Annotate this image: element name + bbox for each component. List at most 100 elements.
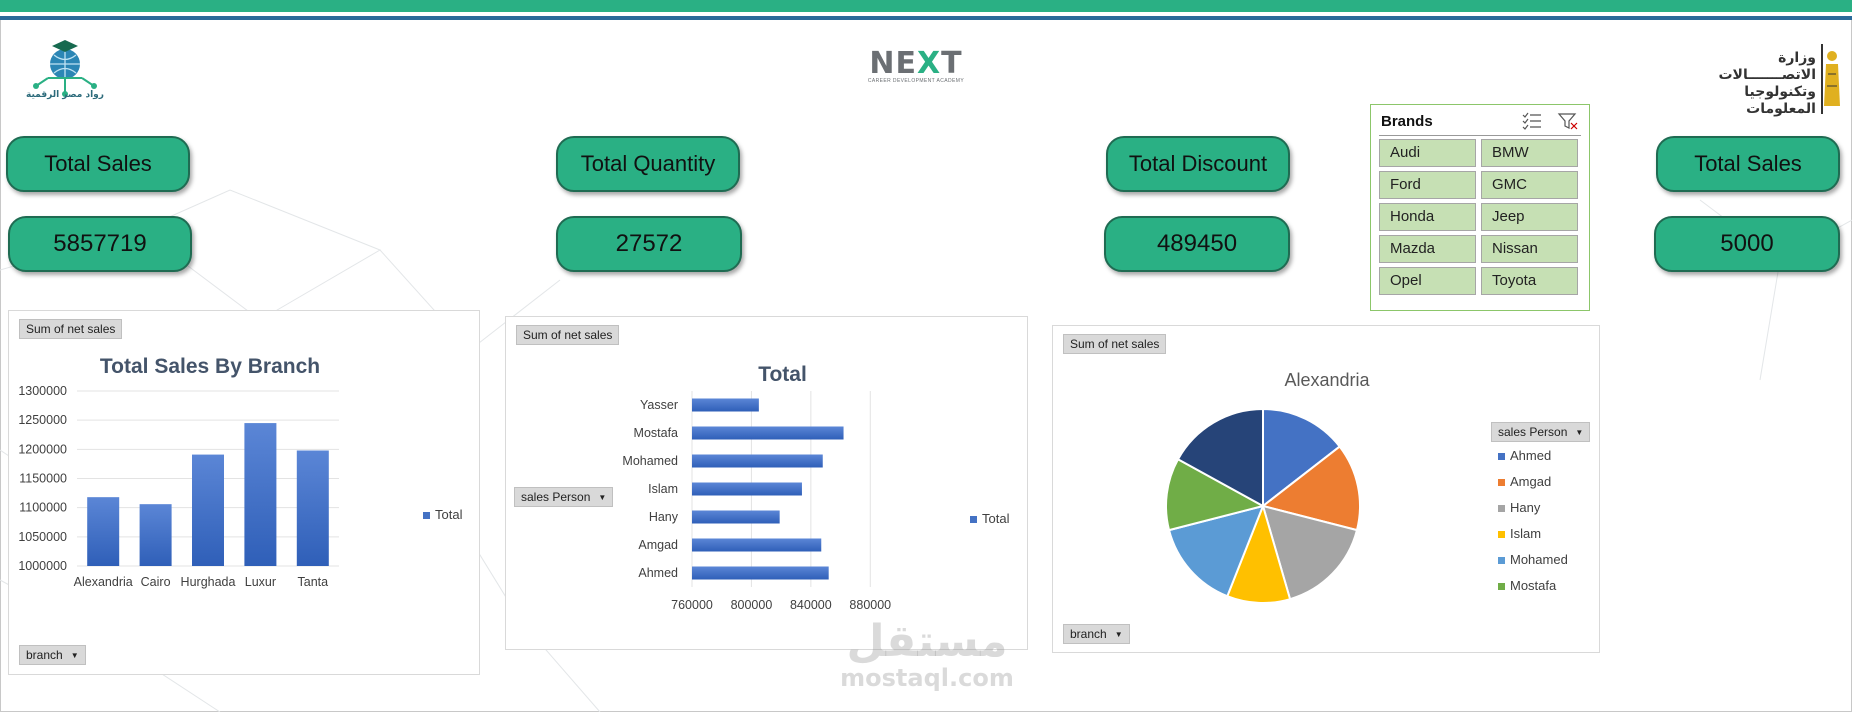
y-tick-label: 1150000 (19, 472, 67, 486)
y-tick-label: Mohamed (622, 454, 678, 468)
x-tick-label: 880000 (849, 598, 891, 612)
slicer-item-toyota[interactable]: Toyota (1481, 267, 1578, 295)
next-tagline: CAREER DEVELOPMENT ACADEMY (867, 78, 965, 84)
mostaql-watermark: مستقل mostaql.com (840, 616, 1014, 693)
branch-filter-button[interactable]: branch ▼ (1063, 624, 1130, 644)
ministry-emblem-icon (1821, 44, 1840, 114)
kpi-total-sales-2-label: Total Sales (1656, 136, 1840, 192)
bar-yasser (692, 398, 759, 412)
dropdown-arrow-icon: ▼ (1114, 629, 1123, 639)
y-tick-label: 1050000 (18, 530, 67, 544)
slicer-title: Brands (1381, 113, 1433, 130)
sum-net-sales-field-button[interactable]: Sum of net sales (516, 325, 620, 345)
chart-title: Alexandria (1284, 370, 1370, 390)
x-tick-label: 800000 (731, 598, 773, 612)
next-academy-logo: NEXT CAREER DEVELOPMENT ACADEMY (866, 46, 966, 84)
legend-total: Total (423, 507, 462, 522)
dropdown-arrow-icon: ▼ (70, 650, 79, 660)
legend-swatch (1498, 531, 1505, 539)
y-tick-label: Yasser (640, 398, 678, 412)
legend-item-mostafa: Mostafa (1498, 578, 1556, 593)
person-bar-chart: 760000 800000 840000 880000 Ahmed Amgad Hany Is… (622, 391, 891, 612)
dropdown-arrow-icon: ▼ (1575, 427, 1584, 437)
legend-item-islam: Islam (1498, 526, 1541, 541)
person-sales-chart-panel: Sum of net sales Total 760000 800000 84000… (505, 316, 1028, 650)
bar-hany (692, 510, 780, 524)
legend-total: Total (970, 511, 1009, 526)
slicer-item-nissan[interactable]: Nissan (1481, 235, 1578, 263)
kpi-total-sales-2-value: 5000 (1654, 216, 1840, 272)
chart-title: Total (758, 363, 807, 386)
legend-item-mohamed: Mohamed (1498, 552, 1568, 567)
x-tick-label: Tanta (298, 575, 329, 589)
y-tick-label: 1200000 (18, 442, 67, 456)
y-tick-label: 1300000 (18, 384, 67, 398)
kpi-total-quantity-label: Total Quantity (556, 136, 740, 192)
slicer-item-opel[interactable]: Opel (1379, 267, 1476, 295)
bar-amgad (692, 538, 822, 552)
sales-person-axis-button[interactable]: sales Person ▼ (514, 487, 614, 507)
legend-swatch (1498, 479, 1505, 487)
slicer-item-gmc[interactable]: GMC (1481, 171, 1578, 199)
legend-item-hany: Hany (1498, 500, 1540, 515)
bar-mohamed (692, 454, 823, 468)
sum-net-sales-field-button[interactable]: Sum of net sales (1063, 334, 1167, 354)
y-tick-label: Ahmed (638, 566, 678, 580)
legend-swatch (1498, 583, 1505, 591)
sum-net-sales-field-button[interactable]: Sum of net sales (19, 319, 123, 339)
alexandria-pie-chart-panel: Sum of net sales Alexandria sales Person… (1052, 325, 1600, 653)
kpi-total-discount-value: 489450 (1104, 216, 1290, 272)
kpi-total-quantity-value: 27572 (556, 216, 742, 272)
brands-slicer: Brands Audi BMW Ford GMC Honda Jeep Mazd… (1370, 104, 1590, 311)
digital-egypt-pioneers-text: رواد مصر الرقمية (26, 90, 104, 100)
bar-luxur (244, 423, 277, 566)
y-tick-label: Islam (648, 482, 678, 496)
bar-alexandria (87, 497, 120, 566)
slicer-item-honda[interactable]: Honda (1379, 203, 1476, 231)
top-accent-stripe (0, 0, 1852, 12)
y-tick-label: Mostafa (634, 426, 679, 440)
bar-islam (692, 482, 802, 496)
next-wordmark: NEXT (869, 46, 963, 81)
dropdown-arrow-icon: ▼ (598, 492, 607, 502)
bar-cairo (139, 504, 172, 566)
branch-bar-chart: 1000000 1050000 1100000 1150000 1200000 12500… (18, 384, 339, 589)
x-tick-label: Cairo (141, 575, 171, 589)
kpi-total-sales-label: Total Sales (6, 136, 190, 192)
x-tick-label: Hurghada (181, 575, 236, 589)
y-tick-label: 1000000 (18, 559, 67, 573)
sales-person-legend-button[interactable]: sales Person ▼ (1491, 422, 1591, 442)
bar-mostafa (692, 426, 844, 440)
x-tick-label: Luxur (245, 575, 276, 589)
branch-axis-button[interactable]: branch ▼ (19, 645, 86, 665)
slicer-item-jeep[interactable]: Jeep (1481, 203, 1578, 231)
alexandria-pie-chart (1165, 407, 1361, 604)
slicer-item-mazda[interactable]: Mazda (1379, 235, 1476, 263)
clear-filter-icon[interactable] (1557, 111, 1579, 131)
kpi-total-discount-label: Total Discount (1106, 136, 1290, 192)
y-tick-label: Amgad (638, 538, 678, 552)
legend-swatch (1498, 557, 1505, 565)
x-tick-label: Alexandria (74, 575, 133, 589)
legend-item-ahmed: Ahmed (1498, 448, 1551, 463)
multi-select-icon[interactable] (1521, 111, 1543, 131)
ministry-logo-text: وزارة الاتصـــــــالات وتكنولوجيا المعلو… (1718, 50, 1816, 117)
bar-hurghada (192, 454, 224, 566)
y-tick-label: 1250000 (18, 413, 67, 427)
bar-ahmed (692, 566, 829, 580)
slicer-item-audi[interactable]: Audi (1379, 139, 1476, 167)
legend-swatch (1498, 505, 1505, 513)
bar-tanta (296, 450, 329, 566)
legend-item-amgad: Amgad (1498, 474, 1551, 489)
branch-sales-chart-panel: Sum of net sales Total Sales By Branch 1… (8, 310, 480, 675)
x-tick-label: 840000 (790, 598, 832, 612)
x-tick-label: 760000 (671, 598, 713, 612)
slicer-item-bmw[interactable]: BMW (1481, 139, 1578, 167)
y-tick-label: Hany (649, 510, 679, 524)
slicer-divider (1379, 135, 1581, 136)
y-tick-label: 1100000 (19, 501, 67, 515)
pie-legend: Ahmed Amgad Hany Islam Mohamed Mostafa (1498, 448, 1598, 608)
slicer-item-ford[interactable]: Ford (1379, 171, 1476, 199)
legend-swatch (1498, 453, 1505, 461)
kpi-total-sales-value: 5857719 (8, 216, 192, 272)
